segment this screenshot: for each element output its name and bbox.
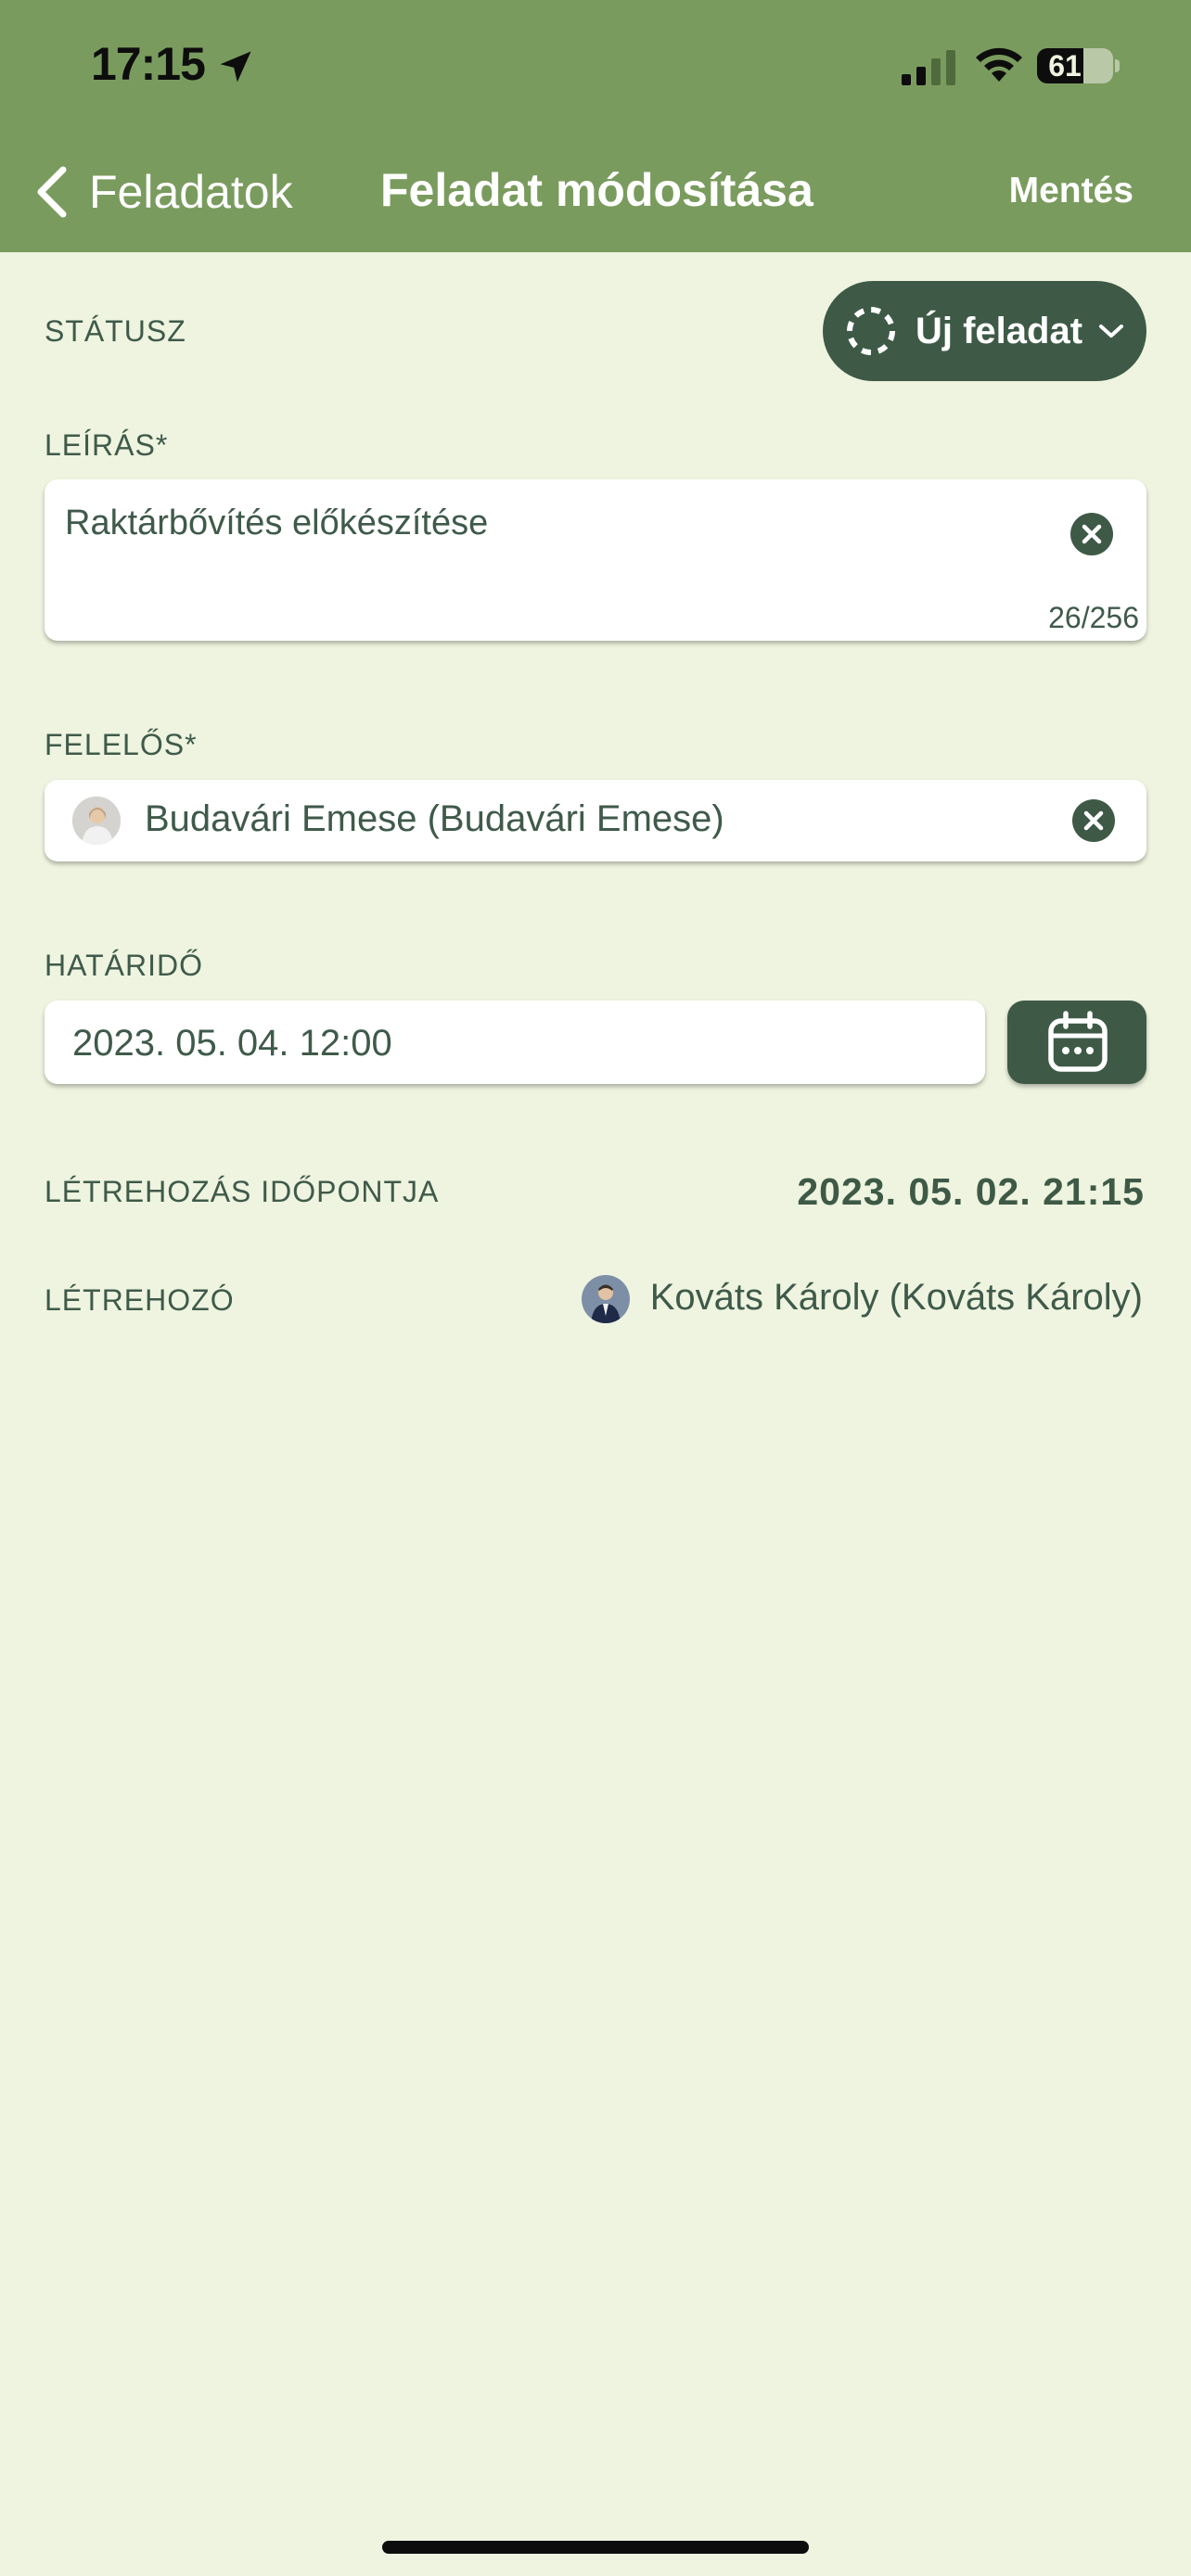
character-counter: 26/256 [1048,601,1139,634]
status-bar: 17:15 61 [0,0,1191,139]
description-text: Raktárbővítés előkészítése [65,504,489,542]
status-value: Új feladat [916,310,1083,351]
description-label: LEÍRÁS* [45,428,169,462]
person-avatar-icon [582,1275,630,1323]
page-title: Feladat módosítása [380,164,813,216]
person-avatar-icon [72,797,121,845]
back-label: Feladatok [89,166,293,218]
avatar [72,797,121,845]
responsible-label: FELELŐS* [45,728,198,761]
battery-percentage: 61 [1048,49,1082,83]
deadline-value: 2023. 05. 04. 12:00 [72,1023,392,1064]
status-label: STÁTUSZ [45,314,186,348]
creator-label: LÉTREHOZÓ [45,1283,235,1317]
calendar-button[interactable] [1007,1001,1146,1084]
clear-description-icon[interactable] [1070,513,1113,555]
chevron-down-icon [1099,325,1124,338]
status-dropdown[interactable]: Új feladat [823,281,1146,381]
responsible-field[interactable]: Budavári Emese (Budavári Emese) [45,780,1146,861]
clear-responsible-icon[interactable] [1072,799,1115,842]
navigation-header: 17:15 61 Feladatok Feladat módosítása Me… [0,0,1191,252]
deadline-label: HATÁRIDŐ [45,949,203,982]
creator-avatar [582,1275,630,1323]
description-field[interactable]: Raktárbővítés előkészítése 26/256 [45,479,1146,641]
cellular-signal-icon [902,50,955,85]
created-at-value: 2023. 05. 02. 21:15 [797,1170,1145,1213]
home-indicator [382,2541,809,2554]
location-arrow-icon [220,51,251,83]
battery-icon: 61 [1037,48,1113,83]
dashed-circle-icon [847,307,895,355]
created-at-label: LÉTREHOZÁS IDŐPONTJA [45,1175,440,1208]
calendar-icon [1048,1011,1108,1072]
battery-cap [1115,59,1120,72]
status-time: 17:15 [91,38,206,90]
save-button[interactable]: Mentés [1009,171,1133,211]
chevron-left-icon [37,166,67,218]
creator-name: Kováts Károly (Kováts Károly) [649,1277,1143,1318]
responsible-name: Budavári Emese (Budavári Emese) [145,798,724,839]
back-button[interactable]: Feladatok [33,159,293,224]
deadline-field[interactable]: 2023. 05. 04. 12:00 [45,1001,985,1084]
wifi-icon [976,47,1022,82]
